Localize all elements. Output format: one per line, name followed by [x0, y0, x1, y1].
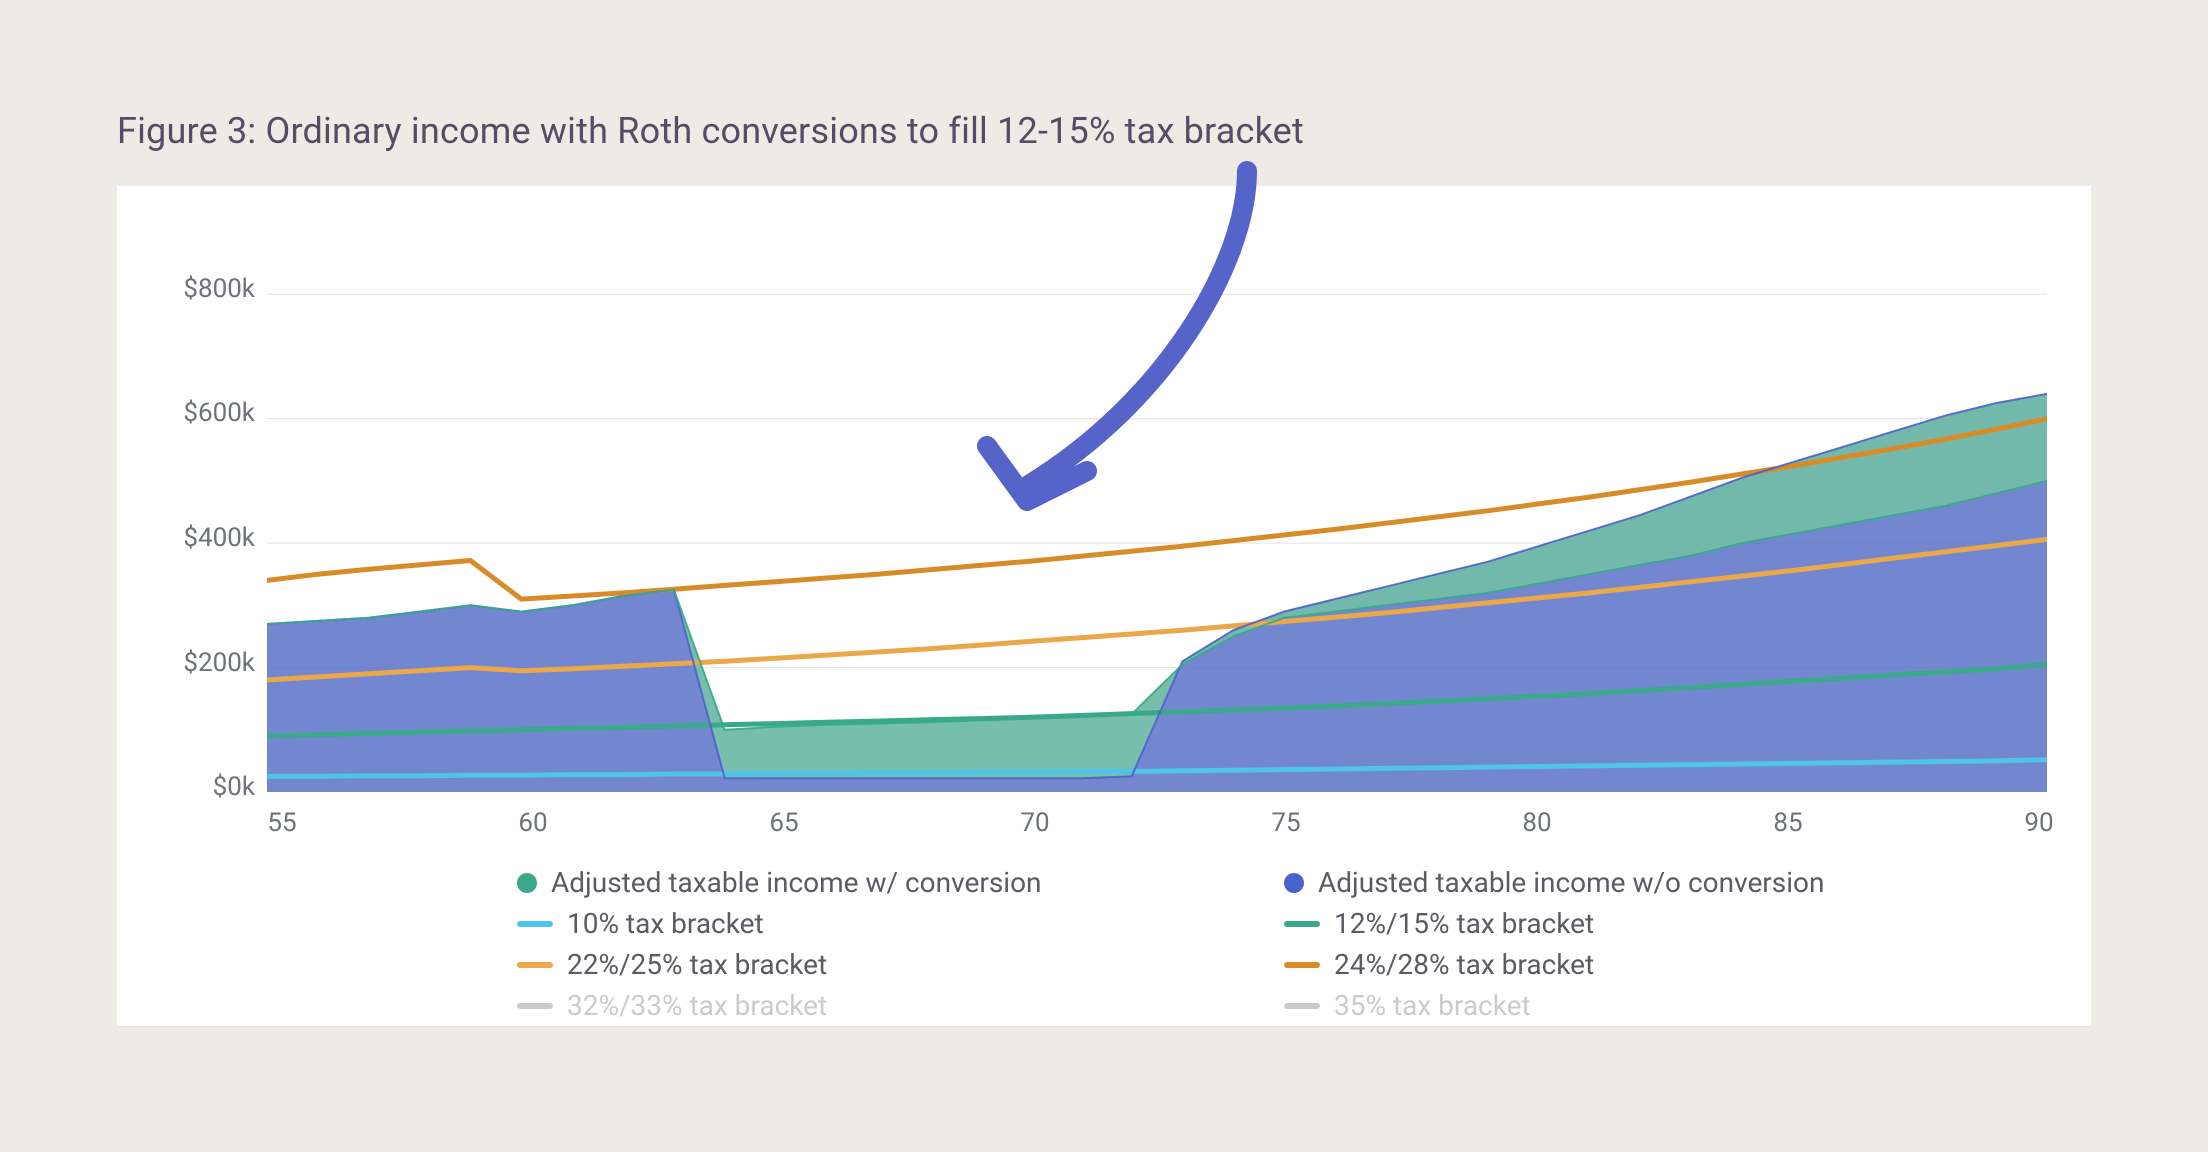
- x-tick-label: 75: [1271, 808, 1300, 838]
- legend-item: 12%/15% tax bracket: [1284, 907, 2011, 940]
- x-tick-label: 80: [1522, 808, 1551, 838]
- plot-area: [267, 232, 2047, 792]
- legend-item: 32%/33% tax bracket: [517, 989, 1244, 1022]
- legend-item: 10% tax bracket: [517, 907, 1244, 940]
- x-tick-label: 70: [1020, 808, 1049, 838]
- legend-item: 35% tax bracket: [1284, 989, 2011, 1022]
- legend-item: Adjusted taxable income w/ conversion: [517, 866, 1244, 899]
- legend-item: 24%/28% tax bracket: [1284, 948, 2011, 981]
- legend-label: 12%/15% tax bracket: [1334, 907, 1594, 940]
- legend-label: 22%/25% tax bracket: [567, 948, 827, 981]
- x-tick-label: 85: [1773, 808, 1802, 838]
- legend-swatch-line-icon: [1284, 1003, 1320, 1009]
- y-tick-label: $800k: [143, 274, 255, 304]
- legend-swatch-dot-icon: [517, 873, 537, 893]
- legend-item: Adjusted taxable income w/o conversion: [1284, 866, 2011, 899]
- figure-title: Figure 3: Ordinary income with Roth conv…: [117, 110, 2091, 152]
- x-tick-label: 60: [518, 808, 547, 838]
- legend-item: 22%/25% tax bracket: [517, 948, 1244, 981]
- legend-label: 24%/28% tax bracket: [1334, 948, 1594, 981]
- legend-swatch-line-icon: [517, 962, 553, 968]
- x-tick-label: 65: [769, 808, 798, 838]
- y-tick-label: $400k: [143, 523, 255, 553]
- legend-swatch-line-icon: [517, 921, 553, 927]
- y-tick-label: $200k: [143, 648, 255, 678]
- legend-swatch-line-icon: [1284, 921, 1320, 927]
- legend-swatch-line-icon: [1284, 962, 1320, 968]
- legend-swatch-dot-icon: [1284, 873, 1304, 893]
- legend-label: Adjusted taxable income w/ conversion: [551, 866, 1042, 899]
- figure-container: Figure 3: Ordinary income with Roth conv…: [117, 110, 2091, 1026]
- legend-label: 32%/33% tax bracket: [567, 989, 827, 1022]
- x-tick-label: 90: [2024, 808, 2053, 838]
- legend-label: 10% tax bracket: [567, 907, 764, 940]
- chart-panel: $0k $200k $400k $600k $800k 55 60 65 70 …: [117, 186, 2091, 1026]
- legend-label: Adjusted taxable income w/o conversion: [1318, 866, 1824, 899]
- x-tick-label: 55: [267, 808, 296, 838]
- y-tick-label: $600k: [143, 398, 255, 428]
- legend-swatch-line-icon: [517, 1003, 553, 1009]
- chart-svg: [267, 232, 2047, 792]
- legend-label: 35% tax bracket: [1334, 989, 1531, 1022]
- y-tick-label: $0k: [143, 772, 255, 802]
- legend: Adjusted taxable income w/ conversion Ad…: [117, 866, 2091, 1022]
